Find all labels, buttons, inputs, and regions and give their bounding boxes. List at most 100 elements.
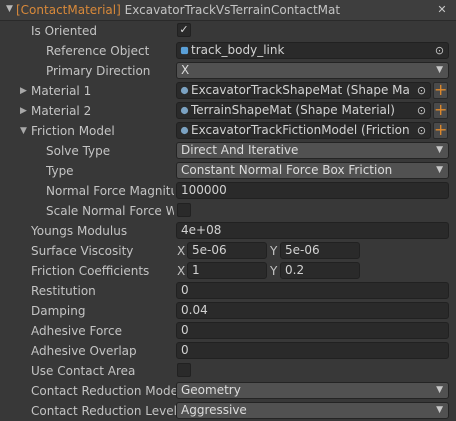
- is-oriented-checkbox[interactable]: ✓: [177, 23, 191, 37]
- scale-normal-force-checkbox[interactable]: [177, 203, 191, 217]
- expand-arrow-icon[interactable]: ▶: [20, 106, 27, 116]
- row-adhesive-force: Adhesive Force 0: [0, 321, 456, 341]
- restitution-input[interactable]: 0: [176, 282, 449, 299]
- surface-viscosity-label: Surface Viscosity: [31, 244, 134, 258]
- youngs-modulus-label: Youngs Modulus: [31, 224, 128, 238]
- row-restitution: Restitution 0: [0, 281, 456, 301]
- collapse-arrow-icon[interactable]: ▼: [6, 4, 13, 14]
- object-picker-icon[interactable]: ⊙: [415, 84, 428, 97]
- adhesive-force-label: Adhesive Force: [31, 324, 122, 338]
- solve-type-value: Direct And Iterative: [181, 143, 299, 157]
- damping-label: Damping: [31, 304, 86, 318]
- is-oriented-label: Is Oriented: [31, 24, 98, 38]
- x-axis-label: X: [177, 264, 186, 278]
- friction-coefficients-x-input[interactable]: 1: [187, 262, 267, 279]
- restitution-label: Restitution: [31, 284, 96, 298]
- adhesive-overlap-input[interactable]: 0: [176, 342, 449, 359]
- expand-arrow-icon[interactable]: ▶: [20, 86, 27, 96]
- object-picker-icon[interactable]: ⊙: [415, 124, 428, 137]
- use-contact-area-label: Use Contact Area: [31, 364, 136, 378]
- y-axis-label: Y: [270, 244, 278, 258]
- reference-object-value: track_body_link: [191, 43, 285, 57]
- shape-material-icon: [180, 86, 189, 95]
- normal-force-magnitude-input[interactable]: 100000: [176, 182, 449, 199]
- damping-input[interactable]: 0.04: [176, 302, 449, 319]
- row-adhesive-overlap: Adhesive Overlap 0: [0, 341, 456, 361]
- object-picker-icon[interactable]: ⊙: [433, 44, 446, 57]
- friction-model-value: ExcavatorTrackFictionModel (Friction M: [191, 123, 410, 137]
- scale-normal-force-label: Scale Normal Force Wi: [46, 204, 174, 218]
- contact-reduction-level-dropdown[interactable]: Aggressive ▼: [176, 402, 449, 419]
- row-scale-normal-force: Scale Normal Force Wi: [0, 201, 456, 221]
- row-contact-reduction-level: Contact Reduction Level Aggressive ▼: [0, 401, 456, 421]
- material-2-field[interactable]: TerrainShapeMat (Shape Material) ⊙: [176, 102, 431, 119]
- rigidbody-icon: [180, 46, 189, 55]
- row-youngs-modulus: Youngs Modulus 4e+08: [0, 221, 456, 241]
- contact-reduction-mode-label: Contact Reduction Mode: [31, 384, 178, 398]
- material-2-label: Material 2: [31, 104, 92, 118]
- type-dropdown[interactable]: Constant Normal Force Box Friction ▼: [176, 162, 449, 179]
- friction-coefficients-label: Friction Coefficients: [31, 264, 150, 278]
- component-title: [ContactMaterial] ExcavatorTrackVsTerrai…: [16, 3, 340, 17]
- material-1-value: ExcavatorTrackShapeMat (Shape Mate: [191, 83, 410, 97]
- friction-model-label: Friction Model: [31, 124, 115, 138]
- create-asset-button[interactable]: +: [433, 122, 448, 139]
- material-1-label: Material 1: [31, 84, 92, 98]
- friction-model-field[interactable]: ExcavatorTrackFictionModel (Friction M ⊙: [176, 122, 431, 139]
- close-icon[interactable]: ✕: [435, 3, 449, 17]
- component-name: ExcavatorTrackVsTerrainContactMat: [124, 3, 341, 17]
- component-type-label: [ContactMaterial]: [16, 3, 121, 17]
- use-contact-area-checkbox[interactable]: [177, 363, 191, 377]
- reference-object-field[interactable]: track_body_link ⊙: [176, 42, 449, 59]
- row-reference-object: Reference Object track_body_link ⊙: [0, 41, 456, 61]
- chevron-down-icon: ▼: [436, 145, 443, 155]
- contact-reduction-level-value: Aggressive: [181, 403, 247, 417]
- primary-direction-label: Primary Direction: [46, 64, 151, 78]
- row-material-2: ▶ Material 2 TerrainShapeMat (Shape Mate…: [0, 101, 456, 121]
- solve-type-dropdown[interactable]: Direct And Iterative ▼: [176, 142, 449, 159]
- primary-direction-value: X: [181, 63, 190, 77]
- solve-type-label: Solve Type: [46, 144, 111, 158]
- chevron-down-icon: ▼: [436, 405, 443, 415]
- contact-reduction-mode-value: Geometry: [181, 383, 241, 397]
- chevron-down-icon: ▼: [436, 165, 443, 175]
- reference-object-label: Reference Object: [46, 44, 150, 58]
- row-use-contact-area: Use Contact Area: [0, 361, 456, 381]
- surface-viscosity-x-input[interactable]: 5e-06: [187, 242, 267, 259]
- row-solve-type: Solve Type Direct And Iterative ▼: [0, 141, 456, 161]
- chevron-down-icon: ▼: [436, 385, 443, 395]
- adhesive-force-input[interactable]: 0: [176, 322, 449, 339]
- type-label: Type: [46, 164, 74, 178]
- row-primary-direction: Primary Direction X ▼: [0, 61, 456, 81]
- create-asset-button[interactable]: +: [433, 102, 448, 119]
- youngs-modulus-input[interactable]: 4e+08: [176, 222, 449, 239]
- contact-reduction-level-label: Contact Reduction Level: [31, 404, 177, 418]
- contact-reduction-mode-dropdown[interactable]: Geometry ▼: [176, 382, 449, 399]
- row-damping: Damping 0.04: [0, 301, 456, 321]
- x-axis-label: X: [177, 244, 186, 258]
- primary-direction-dropdown[interactable]: X ▼: [176, 62, 449, 79]
- row-contact-reduction-mode: Contact Reduction Mode Geometry ▼: [0, 381, 456, 401]
- row-friction-model: ▼ Friction Model ExcavatorTrackFictionMo…: [0, 121, 456, 141]
- create-asset-button[interactable]: +: [433, 82, 448, 99]
- friction-coefficients-y-input[interactable]: 0.2: [280, 262, 360, 279]
- chevron-down-icon: ▼: [436, 65, 443, 75]
- friction-model-icon: [180, 126, 189, 135]
- row-type: Type Constant Normal Force Box Friction …: [0, 161, 456, 181]
- row-surface-viscosity: Surface Viscosity X 5e-06 Y 5e-06: [0, 241, 456, 261]
- y-axis-label: Y: [270, 264, 278, 278]
- row-friction-coefficients: Friction Coefficients X 1 Y 0.2: [0, 261, 456, 281]
- adhesive-overlap-label: Adhesive Overlap: [31, 344, 137, 358]
- surface-viscosity-y-input[interactable]: 5e-06: [280, 242, 360, 259]
- material-1-field[interactable]: ExcavatorTrackShapeMat (Shape Mate ⊙: [176, 82, 431, 99]
- row-is-oriented: Is Oriented ✓: [0, 21, 456, 41]
- component-header[interactable]: ▼ [ContactMaterial] ExcavatorTrackVsTerr…: [0, 0, 456, 21]
- shape-material-icon: [180, 106, 189, 115]
- row-normal-force-magnitude: Normal Force Magnitud 100000: [0, 181, 456, 201]
- collapse-arrow-icon[interactable]: ▼: [20, 126, 27, 136]
- row-material-1: ▶ Material 1 ExcavatorTrackShapeMat (Sha…: [0, 81, 456, 101]
- object-picker-icon[interactable]: ⊙: [415, 104, 428, 117]
- material-2-value: TerrainShapeMat (Shape Material): [191, 103, 395, 117]
- normal-force-magnitude-label: Normal Force Magnitud: [46, 184, 174, 198]
- type-value: Constant Normal Force Box Friction: [181, 163, 393, 177]
